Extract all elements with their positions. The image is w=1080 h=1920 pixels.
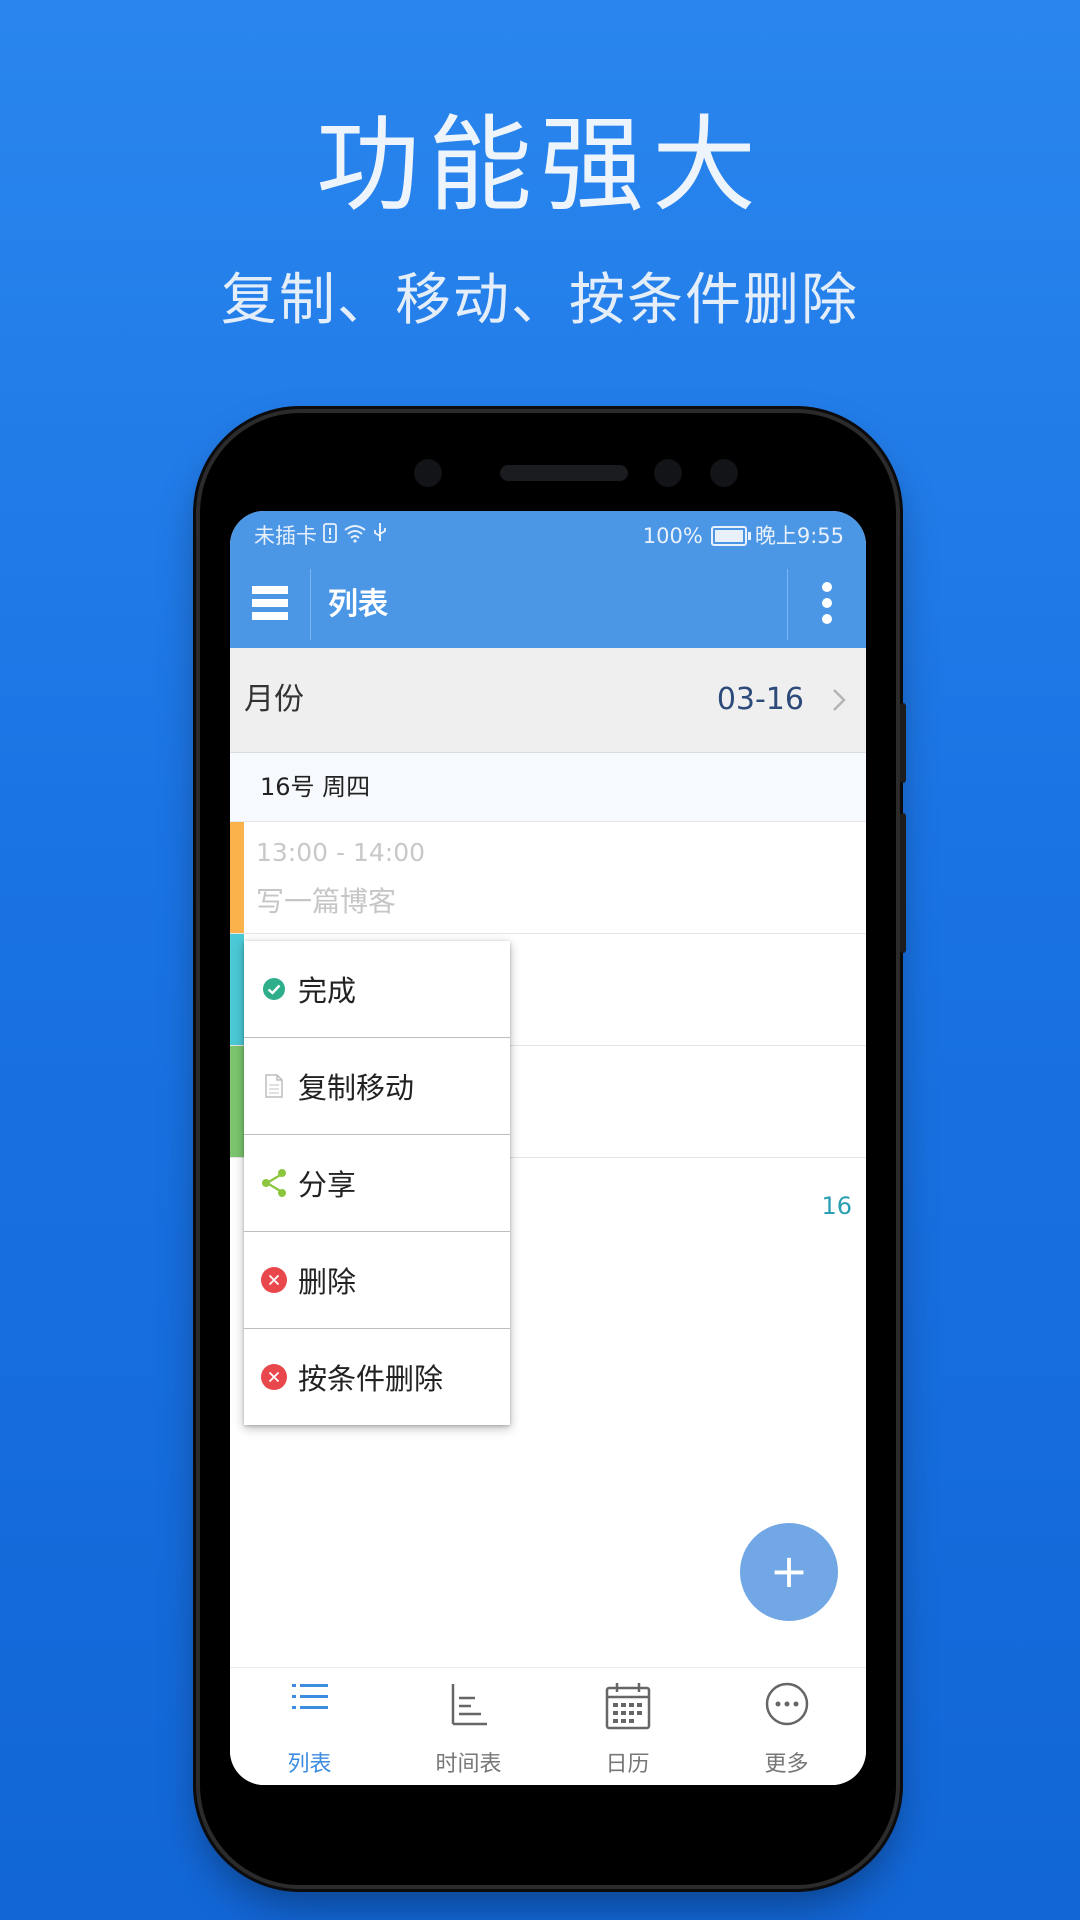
status-bar: 未插卡 100% 晚上9:55 (230, 511, 866, 561)
appbar-divider (310, 569, 311, 640)
event-title: 写一篇博客 (256, 885, 397, 918)
delete-circle-icon (260, 1363, 288, 1391)
phone-sensor (710, 459, 738, 487)
clock-text: 晚上9:55 (754, 524, 844, 548)
battery-icon (710, 526, 751, 546)
chevron-right-icon (832, 688, 846, 716)
promo-title: 功能强大 (315, 104, 764, 226)
nav-item-more[interactable]: 更多 (707, 1668, 866, 1785)
page-title: 列表 (328, 587, 388, 622)
menu-item-label: 删除 (298, 1265, 357, 1299)
delete-circle-icon (260, 1266, 288, 1294)
date-number: 16 (821, 1192, 852, 1220)
carrier-text: 未插卡 (254, 524, 317, 548)
promo-subtitle: 复制、移动、按条件删除 (221, 268, 859, 333)
overflow-menu-button[interactable] (788, 561, 866, 648)
menu-button[interactable] (230, 561, 310, 648)
menu-item-label: 按条件删除 (298, 1362, 444, 1396)
nav-label: 日历 (605, 1752, 650, 1777)
battery-percent: 100% (642, 524, 703, 548)
document-icon (260, 1072, 288, 1100)
nav-label: 时间表 (435, 1752, 502, 1777)
app-bar: 列表 (230, 561, 866, 648)
bottom-nav: 列表 时间表 日历 更多 (230, 1667, 866, 1785)
menu-item-conditional-delete[interactable]: 按条件删除 (244, 1329, 510, 1425)
context-menu: 完成 复制移动 分享 删除 按条件删除 (244, 941, 510, 1425)
menu-item-label: 分享 (298, 1168, 357, 1202)
month-label: 月份 (244, 682, 304, 717)
more-vertical-icon (821, 581, 833, 629)
front-camera (414, 459, 442, 487)
event-time: 13:00 - 14:00 (256, 838, 426, 867)
event-color-bar (230, 822, 244, 933)
event-color-bar (230, 1046, 244, 1157)
phone-side-button (900, 813, 906, 953)
menu-item-delete[interactable]: 删除 (244, 1232, 510, 1329)
phone-speaker (500, 465, 628, 481)
menu-item-copy-move[interactable]: 复制移动 (244, 1038, 510, 1135)
nav-item-timeline[interactable]: 时间表 (389, 1668, 548, 1785)
wifi-icon (343, 511, 367, 561)
usb-icon (373, 511, 387, 561)
menu-item-share[interactable]: 分享 (244, 1135, 510, 1232)
month-value: 03-16 (716, 682, 804, 717)
event-item[interactable]: 13:00 - 14:00 写一篇博客 (230, 822, 866, 934)
menu-item-label: 复制移动 (298, 1071, 415, 1105)
list-icon (291, 1682, 328, 1716)
menu-item-label: 完成 (298, 974, 357, 1008)
share-icon (260, 1169, 288, 1197)
day-header: 16号 周四 (230, 753, 866, 822)
month-selector[interactable]: 月份 03-16 (230, 648, 866, 753)
phone-screen: 未插卡 100% 晚上9:55 列表 月份 03-16 16号 周四 13:00… (230, 511, 866, 1785)
phone-side-button (900, 703, 906, 783)
day-label: 16号 周四 (260, 773, 371, 801)
nav-item-calendar[interactable]: 日历 (548, 1668, 707, 1785)
menu-item-complete[interactable]: 完成 (244, 941, 510, 1038)
check-circle-icon (260, 975, 288, 1003)
nav-item-list[interactable]: 列表 (230, 1668, 389, 1785)
event-color-bar (230, 934, 244, 1045)
add-event-button[interactable]: + (740, 1523, 838, 1621)
sim-icon (323, 511, 337, 561)
phone-sensor (654, 459, 682, 487)
more-circle-icon (765, 1682, 809, 1730)
timeline-icon (449, 1682, 489, 1730)
calendar-icon (605, 1682, 651, 1734)
nav-label: 列表 (287, 1752, 332, 1777)
nav-label: 更多 (764, 1752, 809, 1777)
menu-icon (252, 585, 288, 624)
